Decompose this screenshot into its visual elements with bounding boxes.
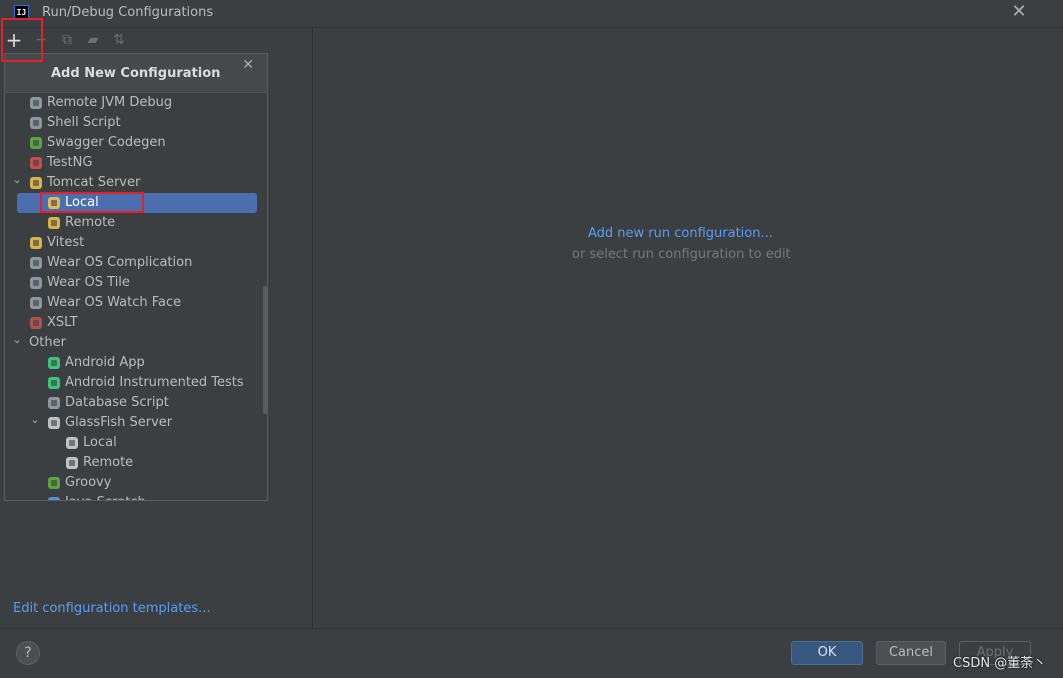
config-type-item[interactable]: Remote JVM Debug xyxy=(5,93,267,113)
configuration-type-tree: Remote JVM Debug Shell Script Swagger Code… xyxy=(5,93,267,500)
add-new-configuration-popup: Add New Configuration ✕ Remote JVM Debug… xyxy=(4,53,268,501)
groovy-icon xyxy=(47,476,61,490)
config-type-item[interactable]: ⌄ GlassFish Server xyxy=(5,413,267,433)
config-type-item[interactable]: Database Script xyxy=(5,393,267,413)
glassfish-icon xyxy=(47,416,61,430)
title-bar: IJ Run/Debug Configurations ✕ xyxy=(0,0,1063,28)
close-icon[interactable]: ✕ xyxy=(1009,2,1029,22)
tomcat-remote-icon xyxy=(47,216,61,230)
config-type-label: Database Script xyxy=(65,395,169,410)
config-type-item[interactable]: Local xyxy=(5,433,267,453)
wear-os-tile-icon xyxy=(29,276,43,290)
copy-icon[interactable]: ⧉ xyxy=(57,30,77,50)
swagger-icon xyxy=(29,136,43,150)
add-icon[interactable]: + xyxy=(4,30,24,50)
config-type-label: Wear OS Watch Face xyxy=(47,295,182,310)
ok-button[interactable]: OK xyxy=(791,641,863,665)
tomcat-local-icon xyxy=(47,196,61,210)
sort-icon[interactable]: ⇅ xyxy=(109,30,129,50)
config-type-item[interactable]: Shell Script xyxy=(5,113,267,133)
config-type-label: Swagger Codegen xyxy=(47,135,166,150)
remote-debug-icon xyxy=(29,96,43,110)
popup-header: Add New Configuration ✕ xyxy=(5,54,267,93)
config-type-label: GlassFish Server xyxy=(65,415,173,430)
config-type-label: Shell Script xyxy=(47,115,121,130)
folder-icon[interactable]: ▰ xyxy=(83,30,103,50)
csdn-watermark: CSDN @董荼丶 xyxy=(953,656,1047,671)
config-type-label: TestNG xyxy=(47,155,93,170)
config-type-label: Remote xyxy=(83,455,134,470)
configurations-toolbar: + − ⧉ ▰ ⇅ xyxy=(0,28,312,52)
help-button[interactable]: ? xyxy=(16,641,40,665)
add-new-run-configuration-link[interactable]: Add new run configuration... xyxy=(588,226,773,241)
config-type-label: Local xyxy=(83,435,117,450)
dialog-footer: ? OK Cancel Apply CSDN @董荼丶 xyxy=(0,628,1063,678)
expand-chevron-icon[interactable]: ⌄ xyxy=(29,410,41,430)
select-configuration-hint: or select run configuration to edit xyxy=(572,247,791,262)
wear-os-complication-icon xyxy=(29,256,43,270)
config-type-item[interactable]: ⌄ Other xyxy=(5,333,267,353)
popup-title: Add New Configuration xyxy=(51,66,221,81)
dialog-title: Run/Debug Configurations xyxy=(42,5,214,20)
config-type-item[interactable]: Java Scratch xyxy=(5,493,267,500)
config-type-label: Wear OS Complication xyxy=(47,255,193,270)
config-type-item[interactable]: Local xyxy=(5,193,267,213)
config-type-label: Tomcat Server xyxy=(47,175,141,190)
config-type-label: Android App xyxy=(65,355,145,370)
android-icon xyxy=(47,376,61,390)
config-type-label: Remote xyxy=(65,215,116,230)
config-type-item[interactable]: Android Instrumented Tests xyxy=(5,373,267,393)
glassfish-remote-icon xyxy=(65,456,79,470)
config-type-label: Groovy xyxy=(65,475,112,490)
config-type-item[interactable]: Remote xyxy=(5,213,267,233)
config-type-item[interactable]: ⌄ Tomcat Server xyxy=(5,173,267,193)
cancel-button[interactable]: Cancel xyxy=(876,641,946,665)
config-type-label: Wear OS Tile xyxy=(47,275,130,290)
config-type-item[interactable]: TestNG xyxy=(5,153,267,173)
glassfish-local-icon xyxy=(65,436,79,450)
vitest-icon xyxy=(29,236,43,250)
edit-configuration-templates-link[interactable]: Edit configuration templates... xyxy=(13,601,211,616)
expand-chevron-icon[interactable]: ⌄ xyxy=(11,330,23,350)
testng-icon xyxy=(29,156,43,170)
popup-scrollbar[interactable] xyxy=(263,286,267,414)
config-type-item[interactable]: Vitest xyxy=(5,233,267,253)
config-type-label: Vitest xyxy=(47,235,85,250)
config-type-item[interactable]: Groovy xyxy=(5,473,267,493)
config-type-label: Other xyxy=(29,335,66,350)
android-icon xyxy=(47,356,61,370)
intellij-app-icon: IJ xyxy=(14,5,29,20)
config-type-label: Java Scratch xyxy=(65,493,146,500)
tomcat-icon xyxy=(29,176,43,190)
config-type-label: Android Instrumented Tests xyxy=(65,375,244,390)
wear-os-watch-face-icon xyxy=(29,296,43,310)
config-type-label: Remote JVM Debug xyxy=(47,95,173,110)
config-type-item[interactable]: Android App xyxy=(5,353,267,373)
popup-close-icon[interactable]: ✕ xyxy=(242,57,254,73)
shell-script-icon xyxy=(29,116,43,130)
config-type-item[interactable]: Wear OS Tile xyxy=(5,273,267,293)
config-type-label: Local xyxy=(65,195,99,210)
remove-icon[interactable]: − xyxy=(31,30,51,50)
configuration-details-area xyxy=(313,28,1063,628)
xslt-icon xyxy=(29,316,43,330)
config-type-item[interactable]: Swagger Codegen xyxy=(5,133,267,153)
database-script-icon xyxy=(47,396,61,410)
config-type-item[interactable]: Wear OS Watch Face xyxy=(5,293,267,313)
expand-chevron-icon[interactable]: ⌄ xyxy=(11,170,23,190)
java-scratch-icon xyxy=(47,496,61,500)
config-type-item[interactable]: Remote xyxy=(5,453,267,473)
config-type-item[interactable]: Wear OS Complication xyxy=(5,253,267,273)
config-type-label: XSLT xyxy=(47,315,78,330)
config-type-item[interactable]: XSLT xyxy=(5,313,267,333)
